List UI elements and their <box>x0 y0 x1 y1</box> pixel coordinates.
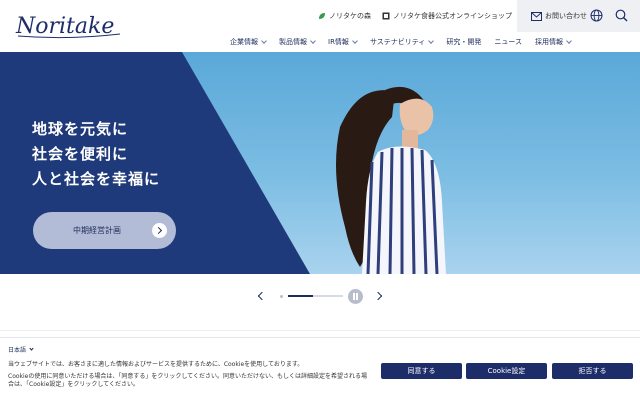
next-slide-button[interactable] <box>373 291 383 301</box>
svg-text:Noritake: Noritake <box>15 14 114 39</box>
mid-term-plan-button[interactable]: 中期経営計画 <box>33 212 176 249</box>
nav-label: 採用情報 <box>535 38 564 46</box>
nav-label: 企業情報 <box>230 38 258 46</box>
chevron-down-icon <box>428 38 435 44</box>
mail-icon <box>531 11 542 21</box>
nav-label: IR情報 <box>328 38 349 46</box>
slider-controls <box>0 285 640 309</box>
shop-link[interactable]: ノリタケ食器公式オンラインショップ <box>382 0 512 32</box>
hero-slide: 地球を元気に 社会を便利に 人と社会を幸福に 中期経営計画 <box>0 52 640 274</box>
contact-link-label: お問い合わせ <box>545 12 587 20</box>
hero-headline-3: 人と社会を幸福に <box>32 170 161 188</box>
nav-sustainability[interactable]: サステナビリティ <box>369 37 435 47</box>
divider <box>0 330 640 331</box>
nav-ir[interactable]: IR情報 <box>328 37 358 47</box>
noritake-logo[interactable]: Noritake <box>14 12 124 40</box>
chevron-down-icon <box>352 38 358 44</box>
global-nav: 企業情報 製品情報 IR情報 サステナビリティ 研究・開発 ニュース 採用情報 <box>230 34 584 50</box>
cookie-text-line3: 合は、「Cookie設定」をクリックしてください。 <box>8 381 140 388</box>
forest-link-label: ノリタケの森 <box>329 12 371 20</box>
cookie-text-line1: 当ウェブサイトでは、お客さまに適した情報およびサービスを提供するために、Cook… <box>8 361 304 368</box>
slide-progress-fill <box>288 295 313 297</box>
forest-link[interactable]: ノリタケの森 <box>318 0 371 32</box>
cookie-banner: 日本語 当ウェブサイトでは、お客さまに適した情報およびサービスを提供するために、… <box>0 337 640 400</box>
cookie-settings-button[interactable]: Cookie設定 <box>466 363 547 379</box>
hero-headline-1: 地球を元気に <box>32 120 129 138</box>
nav-label: ニュース <box>494 38 523 46</box>
prev-slide-button[interactable] <box>257 291 267 301</box>
nav-careers[interactable]: 採用情報 <box>535 37 572 47</box>
agree-button[interactable]: 同意する <box>381 363 462 379</box>
mid-term-plan-label: 中期経営計画 <box>73 226 121 235</box>
nav-company[interactable]: 企業情報 <box>230 37 267 47</box>
search-icon[interactable] <box>615 9 628 22</box>
shop-link-label: ノリタケ食器公式オンラインショップ <box>393 12 512 20</box>
arrow-right-icon <box>152 223 167 238</box>
leaf-icon <box>319 13 325 19</box>
shop-icon <box>382 12 390 20</box>
reject-button[interactable]: 拒否する <box>552 363 633 379</box>
hero-headline-2: 社会を便利に <box>32 145 129 163</box>
nav-research[interactable]: 研究・開発 <box>446 37 481 47</box>
chevron-down-icon <box>261 38 267 44</box>
slide-progress <box>288 295 343 297</box>
pause-button[interactable] <box>348 289 363 304</box>
nav-news[interactable]: ニュース <box>494 37 522 47</box>
site-header: Noritake ノリタケの森 ノリタケ食器公式オンラインショップ お問い合わせ <box>0 0 640 52</box>
chevron-down-icon <box>29 346 34 351</box>
chevron-down-icon <box>310 38 316 44</box>
nav-label: 研究・開発 <box>446 38 482 46</box>
noritake-logo-wordmark: Noritake <box>15 14 121 39</box>
contact-link[interactable]: お問い合わせ <box>531 11 587 21</box>
nav-products[interactable]: 製品情報 <box>279 37 316 47</box>
utility-bar: お問い合わせ <box>517 0 640 32</box>
globe-icon[interactable] <box>590 9 603 22</box>
language-label: 日本語 <box>8 347 27 354</box>
language-selector[interactable]: 日本語 <box>8 345 34 354</box>
slide-dot[interactable] <box>280 295 283 298</box>
nav-label: 製品情報 <box>279 38 307 46</box>
chevron-down-icon <box>566 38 572 44</box>
nav-label: サステナビリティ <box>369 38 426 46</box>
